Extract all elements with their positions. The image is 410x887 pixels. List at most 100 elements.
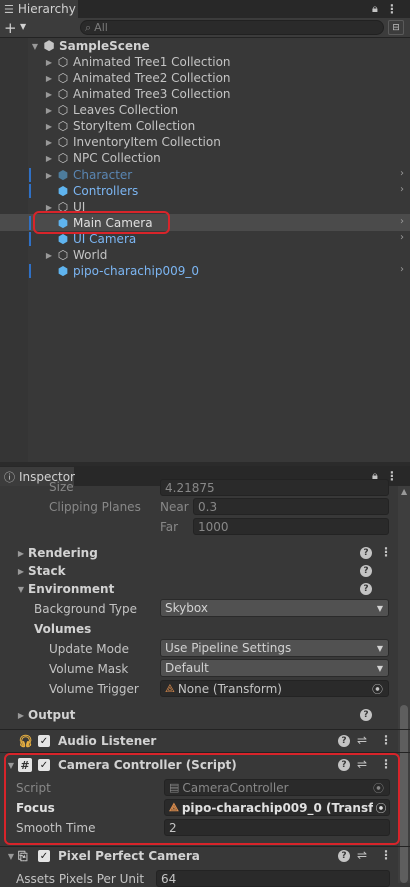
plus-icon[interactable]: +	[4, 19, 17, 37]
chevron-down-icon[interactable]: ▼	[20, 22, 26, 31]
expand-right-icon[interactable]: ▶	[44, 106, 54, 115]
tab-hierarchy[interactable]: ☰ Hierarchy	[0, 0, 78, 18]
kebab-icon[interactable]: ⋮	[380, 733, 392, 747]
assets-ppu-field[interactable]: 64	[156, 870, 390, 887]
environment-label: Environment	[28, 582, 115, 596]
volume-trigger-field[interactable]: ⟁ None (Transform) ⦿	[160, 680, 389, 697]
background-type-label: Background Type	[34, 602, 137, 616]
far-value: 1000	[198, 519, 229, 534]
list-item[interactable]: ▶ ⬡ World	[44, 247, 107, 263]
chevron-down-icon: ▼	[376, 663, 383, 673]
near-label: Near	[160, 500, 189, 514]
update-mode-value: Use Pipeline Settings	[165, 641, 292, 655]
list-item-label: Animated Tree2 Collection	[73, 71, 231, 85]
output-foldout[interactable]: ▶ Output	[14, 706, 75, 724]
prefab-override-marker	[29, 184, 31, 198]
assets-ppu-value: 64	[161, 871, 177, 886]
target-icon[interactable]: ⦿	[372, 681, 383, 696]
scrollbar-thumb[interactable]	[400, 705, 408, 883]
list-item[interactable]: ▶ ⬡ StoryItem Collection	[44, 118, 195, 134]
chevron-right-icon[interactable]: ›	[400, 232, 404, 243]
expand-right-icon[interactable]: ▶	[44, 58, 54, 67]
volume-mask-dropdown[interactable]: Default ▼	[160, 659, 389, 677]
headphones-icon: 🎧︎	[18, 734, 34, 748]
list-item[interactable]: ⬢ pipo-charachip009_0	[44, 263, 199, 279]
assets-ppu-label: Assets Pixels Per Unit	[16, 872, 145, 886]
list-item[interactable]: ▶ ⬡ Leaves Collection	[44, 102, 178, 118]
far-field[interactable]: 1000	[193, 518, 389, 535]
stack-foldout[interactable]: ▶ Stack	[14, 562, 66, 580]
expand-right-icon[interactable]: ▶	[44, 74, 54, 83]
rendering-foldout[interactable]: ▶ Rendering	[14, 544, 98, 562]
question-icon[interactable]: ?	[360, 583, 372, 595]
environment-foldout[interactable]: ▼ Environment	[14, 580, 114, 598]
transform-icon: ⟁	[165, 681, 175, 695]
question-icon[interactable]: ?	[338, 850, 350, 862]
scene-name: SampleScene	[59, 39, 150, 53]
near-field[interactable]: 0.3	[193, 498, 389, 515]
search-type-button[interactable]: ⊟	[388, 20, 404, 35]
hierarchy-tab-icons: 🔒︎ ⋮	[372, 0, 398, 18]
expand-right-icon[interactable]: ▶	[44, 171, 54, 180]
preset-icon[interactable]: ⇌	[357, 848, 367, 862]
chevron-down-icon: ▼	[376, 643, 383, 653]
prefab-cube-icon: ⬢	[57, 184, 69, 198]
chevron-right-icon[interactable]: ›	[400, 264, 404, 275]
expand-right-icon[interactable]: ▶	[14, 549, 28, 558]
list-item[interactable]: ▶ ⬡ InventoryItem Collection	[44, 134, 221, 150]
list-item[interactable]: ▶ ⬡ Animated Tree2 Collection	[44, 70, 231, 86]
lock-icon[interactable]: 🔒︎	[372, 2, 378, 16]
list-item[interactable]: ▶ ⬢ Character	[44, 167, 132, 183]
audio-listener-enabled-checkbox[interactable]: ✓	[38, 735, 50, 747]
cube-icon: ⬡	[57, 103, 69, 117]
kebab-icon[interactable]: ⋮	[386, 2, 398, 16]
expand-right-icon[interactable]: ▶	[14, 567, 28, 576]
chevron-right-icon[interactable]: ›	[400, 184, 404, 195]
list-item[interactable]: ⬢ Controllers	[44, 183, 139, 199]
expand-right-icon[interactable]: ▶	[44, 138, 54, 147]
search-input[interactable]: ⌕ All	[80, 20, 384, 35]
update-mode-dropdown[interactable]: Use Pipeline Settings ▼	[160, 639, 389, 657]
kebab-icon[interactable]: ⋮	[380, 545, 392, 559]
expand-down-icon[interactable]: ▼	[30, 42, 40, 51]
expand-down-icon[interactable]: ▼	[14, 585, 28, 594]
list-item-label: pipo-charachip009_0	[73, 264, 199, 278]
question-icon[interactable]: ?	[360, 709, 372, 721]
background-type-dropdown[interactable]: Skybox ▼	[160, 599, 389, 617]
question-icon[interactable]: ?	[360, 565, 372, 577]
pixel-perfect-enabled-checkbox[interactable]: ✓	[38, 850, 50, 862]
cube-icon: ⬡	[57, 135, 69, 149]
expand-down-icon[interactable]: ▼	[4, 852, 18, 861]
pixel-perfect-header[interactable]: ▼ ⎘ ✓ Pixel Perfect Camera	[4, 847, 200, 865]
expand-right-icon[interactable]: ▶	[14, 711, 28, 720]
expand-right-icon[interactable]: ▶	[44, 154, 54, 163]
chevron-right-icon[interactable]: ›	[400, 168, 404, 179]
clipping-planes-label: Clipping Planes	[49, 500, 141, 514]
question-icon[interactable]: ?	[338, 735, 350, 747]
prefab-override-marker	[29, 216, 31, 230]
scene-row[interactable]: ▼ ⬢ SampleScene	[30, 38, 150, 54]
kebab-icon[interactable]: ⋮	[380, 848, 392, 862]
list-item-label: Controllers	[73, 184, 139, 198]
cube-icon: ⬡	[57, 248, 69, 262]
expand-right-icon[interactable]: ▶	[44, 122, 54, 131]
prefab-override-marker	[29, 264, 31, 278]
search-icon: ⌕	[85, 20, 92, 34]
chevron-right-icon[interactable]: ›	[400, 216, 404, 227]
audio-listener-header[interactable]: 🎧︎ ✓ Audio Listener	[4, 732, 156, 750]
size-field[interactable]: 4.21875	[160, 479, 389, 496]
expand-right-icon[interactable]: ▶	[44, 90, 54, 99]
highlight-box-camera-controller	[4, 753, 400, 845]
list-item-label: StoryItem Collection	[73, 119, 196, 133]
list-item[interactable]: ▶ ⬡ Animated Tree3 Collection	[44, 86, 231, 102]
list-item[interactable]: ⬢ UI Camera	[44, 231, 136, 247]
list-item[interactable]: ▶ ⬡ Animated Tree1 Collection	[44, 54, 231, 70]
expand-right-icon[interactable]: ▶	[44, 251, 54, 260]
preset-icon[interactable]: ⇌	[357, 733, 367, 747]
scroll-up-icon[interactable]: ▲	[401, 487, 407, 496]
list-item[interactable]: ▶ ⬡ NPC Collection	[44, 150, 161, 166]
cube-icon: ⬡	[57, 151, 69, 165]
hierarchy-tab-label: Hierarchy	[17, 2, 76, 16]
question-icon[interactable]: ?	[360, 547, 372, 559]
audio-listener-label: Audio Listener	[58, 734, 157, 748]
